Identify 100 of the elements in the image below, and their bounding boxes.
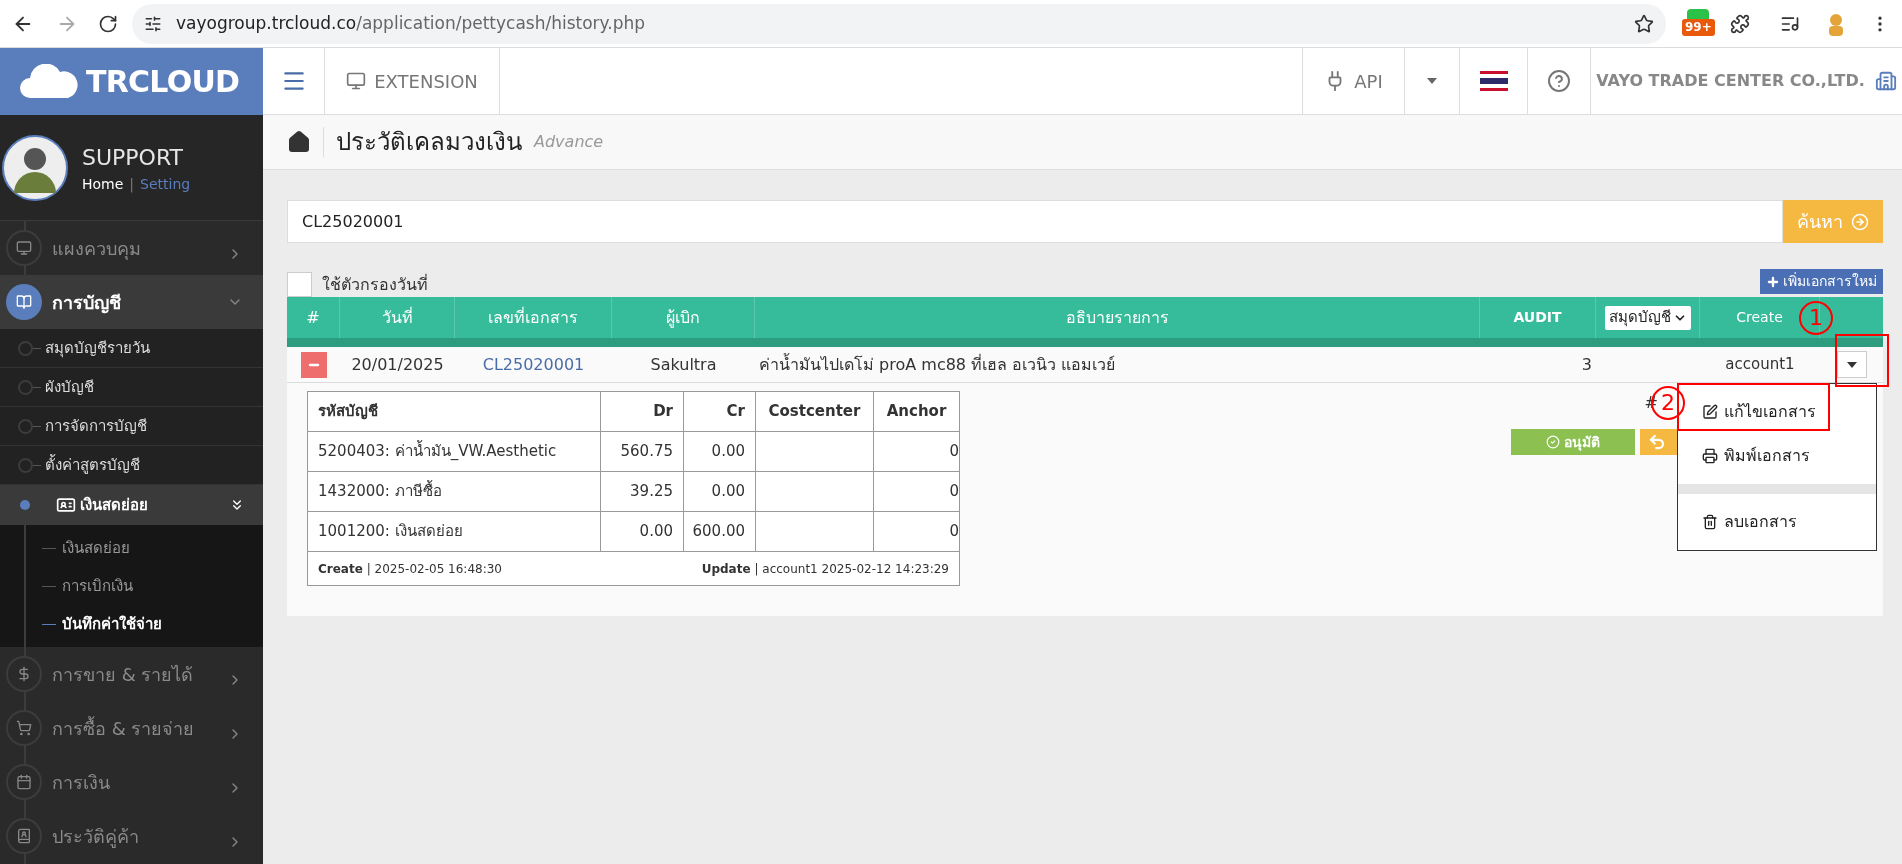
undo-icon: [1648, 433, 1666, 451]
ledger-select[interactable]: สมุดบัญชี: [1604, 305, 1691, 330]
table-cell-text: 0.00: [639, 521, 673, 543]
item-dash: [42, 623, 56, 625]
caret-icon: [1427, 78, 1437, 84]
check-icon: [1546, 435, 1560, 449]
timeline-tick: [33, 464, 41, 466]
home-icon[interactable]: [287, 130, 311, 154]
column-header: Cr: [726, 401, 745, 423]
link-separator: |: [129, 174, 135, 195]
sidebar-subitem[interactable]: ตั้งค่าสูตรบัญชี: [0, 446, 263, 485]
sidebar-subitem[interactable]: บันทึกค่าใช้จ่าย: [0, 605, 263, 643]
sidebar-item[interactable]: การเงิน: [0, 755, 263, 809]
page-title: ประวัติเคลมวงเงิน: [336, 127, 522, 158]
menu-item[interactable]: พิมพ์เอกสาร: [1678, 434, 1876, 478]
url-text: vayogroup.trcloud.co/application/pettycash/history.php: [176, 11, 645, 35]
timeline-node: [18, 379, 33, 395]
table-cell-text: 0: [949, 481, 959, 503]
site-info-icon[interactable]: [144, 14, 162, 33]
sidebar-item[interactable]: แผงควบคุม: [0, 221, 263, 275]
table-cell-text: 1001200: เงินสดย่อย: [318, 521, 463, 543]
sidebar-subitem[interactable]: การจัดการบัญชี: [0, 407, 263, 446]
cloud-logo-icon: [20, 63, 78, 100]
timeline-node: [18, 457, 33, 473]
user-link[interactable]: Home: [82, 173, 124, 195]
sidebar-item[interactable]: การบัญชี: [0, 275, 263, 329]
timeline-node: [18, 418, 33, 434]
column-header: Costcenter: [768, 401, 861, 423]
item-dash: [42, 585, 56, 587]
table-cell-text: 0.00: [711, 441, 745, 463]
plus-icon: [1766, 274, 1780, 289]
address-bar[interactable]: vayogroup.trcloud.co/application/pettycash/history.php: [132, 3, 1666, 44]
date-filter-checkbox[interactable]: [287, 272, 312, 297]
column-header: Anchor: [886, 401, 947, 423]
sidebar-subitem[interactable]: ผังบัญชี: [0, 368, 263, 407]
item-dash: [42, 547, 56, 549]
column-header: #: [306, 306, 320, 329]
user-avatar: [2, 134, 68, 201]
user-link[interactable]: Setting: [140, 173, 191, 195]
column-header: Dr: [653, 401, 673, 423]
monitor-icon: [346, 71, 367, 91]
sidebar-item[interactable]: ประวัติคู่ค้า: [0, 809, 263, 863]
column-header: อธิบายรายการ: [1065, 306, 1169, 329]
arrow-right-icon: [1851, 212, 1869, 231]
annotation-number: 1: [1799, 301, 1833, 335]
table-cell: ค่าน้ำมันไปเดโม่ proA mc88 ที่เฮล อเวนิว แอมเวย์: [759, 354, 1116, 374]
table-cell-text: 0.00: [711, 481, 745, 503]
company-name: VAYO TRADE CENTER CO.,LTD.: [1596, 70, 1865, 92]
print-icon: [1702, 448, 1718, 464]
column-header: รหัสบัญชี: [318, 401, 378, 423]
caret-icon: [1846, 361, 1857, 368]
column-header: Create: [1736, 308, 1783, 327]
created-info: Create | 2025-02-05 16:48:30: [318, 560, 502, 578]
timeline-node: [18, 340, 33, 356]
flag-icon: [1479, 71, 1508, 91]
table-cell: 3: [1581, 354, 1592, 374]
edit-icon: [1702, 404, 1718, 420]
annotation-box: [1835, 334, 1889, 387]
add-document-button[interactable]: เพิ่มเอกสารใหม่: [1760, 269, 1883, 294]
page-subtitle: Advance: [534, 131, 604, 153]
document-link[interactable]: CL25020001: [482, 354, 585, 374]
logo-text: TRCLOUD: [86, 63, 240, 101]
column-header: ผู้เบิก: [666, 306, 700, 330]
sidebar-item[interactable]: การซื้อ & รายจ่าย: [0, 701, 263, 755]
table-cell: account1: [1725, 355, 1795, 374]
bookmark-icon[interactable]: [1634, 13, 1654, 34]
table-cell: 5200403: ค่าน้ำมัน_VW.Aesthetic: [318, 440, 557, 463]
updated-info: Update | account1 2025-02-12 14:23:29: [701, 560, 949, 578]
api-button[interactable]: API: [1302, 48, 1404, 114]
menu-item[interactable]: ลบเอกสาร: [1678, 500, 1876, 544]
table-cell-text: 560.75: [620, 441, 673, 463]
table-cell-text: 39.25: [630, 481, 673, 503]
column-header: AUDIT: [1513, 308, 1562, 327]
table-cell: 1432000: ภาษีซื้อ: [318, 480, 442, 503]
extensions-icon[interactable]: [1730, 13, 1750, 34]
table-cell-text: 600.00: [692, 521, 745, 543]
help-icon: [1547, 69, 1571, 93]
timeline-tick: [33, 425, 41, 427]
actions-dropdown-button[interactable]: [1836, 351, 1867, 378]
user-name: SUPPORT: [82, 143, 185, 172]
delete-icon: [1702, 514, 1718, 530]
collapse-button[interactable]: [300, 351, 327, 378]
column-header: วันที่: [381, 306, 413, 329]
column-header: เลขที่เอกสาร: [488, 306, 578, 329]
reload-icon[interactable]: [98, 13, 118, 34]
timeline-tick: [33, 386, 41, 388]
sidebar-item[interactable]: การขาย & รายได้: [0, 647, 263, 701]
notification-badge: 99+: [1682, 18, 1715, 36]
sidebar-subitem[interactable]: สมุดบัญชีรายวัน: [0, 329, 263, 368]
table-cell-text: 0: [949, 521, 959, 543]
search-field[interactable]: CL25020001: [287, 200, 1783, 243]
sidebar-subitem[interactable]: การเบิกเงิน: [0, 567, 263, 605]
extension-button[interactable]: EXTENSION: [325, 48, 500, 114]
table-cell: 20/01/2025: [351, 354, 444, 374]
sidebar-subitem[interactable]: เงินสดย่อย: [0, 485, 263, 525]
table-cell-text: 0: [949, 441, 959, 463]
date-filter-label: ใช้ตัวกรองวันที่: [322, 273, 428, 296]
id-card-icon: [56, 495, 76, 515]
sidebar-subitem[interactable]: เงินสดย่อย: [0, 529, 263, 567]
table-cell: Sakultra: [650, 354, 717, 374]
